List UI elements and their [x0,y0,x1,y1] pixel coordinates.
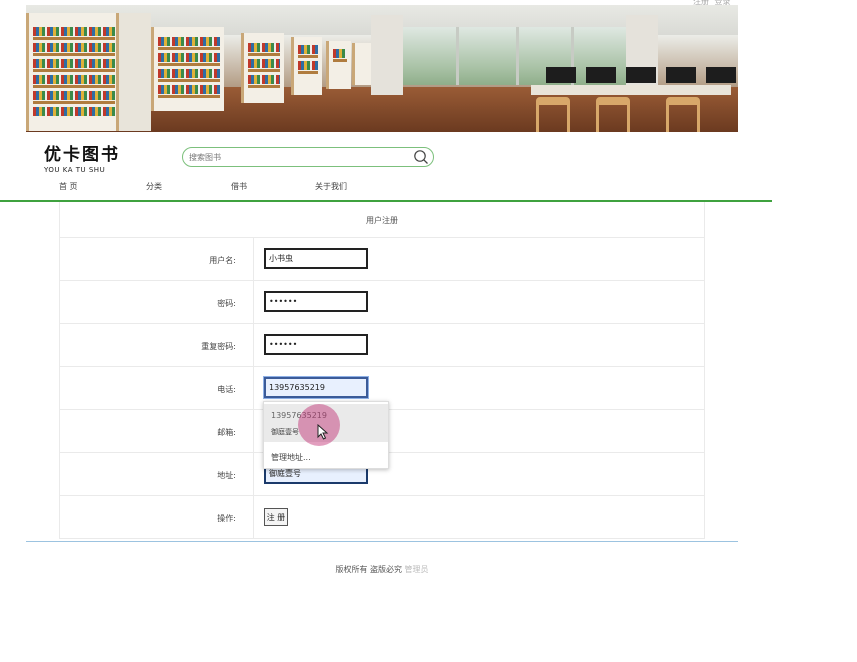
copyright-text: 版权所有 盗版必究 [335,565,402,574]
footer-divider [26,541,738,542]
form-title: 用户注册 [366,216,398,225]
admin-link[interactable]: 管理员 [405,565,429,574]
nav-home[interactable]: 首 页 [59,181,78,192]
password-field[interactable]: •••••• [264,291,368,312]
search-input[interactable] [189,150,409,164]
logo-text-en: YOU KA TU SHU [44,166,106,174]
nav-category[interactable]: 分类 [146,181,162,192]
nav-borrow[interactable]: 借书 [231,181,247,192]
register-button[interactable]: 注 册 [264,508,288,526]
search-box [182,147,434,167]
email-label: 邮箱: [217,428,236,437]
suggestion-address: 御庭壹号 [271,428,299,436]
confirm-password-field[interactable]: •••••• [264,334,368,355]
username-field[interactable]: 小书虫 [264,248,368,269]
banner-image [26,5,738,132]
confirm-password-label: 重复密码: [201,342,236,351]
footer: 版权所有 盗版必究 管理员 [0,564,764,575]
password-label: 密码: [217,299,236,308]
manage-addresses-link[interactable]: 管理地址... [271,452,311,463]
mouse-cursor-icon [317,423,329,444]
search-icon[interactable] [413,149,429,165]
phone-label: 电话: [217,385,236,394]
username-label: 用户名: [209,256,236,265]
phone-field[interactable]: 13957635219 [264,377,368,398]
site-logo[interactable]: 优卡图书 YOU KA TU SHU [44,140,124,174]
action-label: 操作: [217,514,236,523]
address-label: 地址: [217,471,236,480]
logo-text-cn: 优卡图书 [44,145,120,165]
nav-about[interactable]: 关于我们 [315,181,347,192]
register-form: 用户注册 用户名: 小书虫 密码: •••••• 重复密码: •••••• 电话… [59,202,705,539]
